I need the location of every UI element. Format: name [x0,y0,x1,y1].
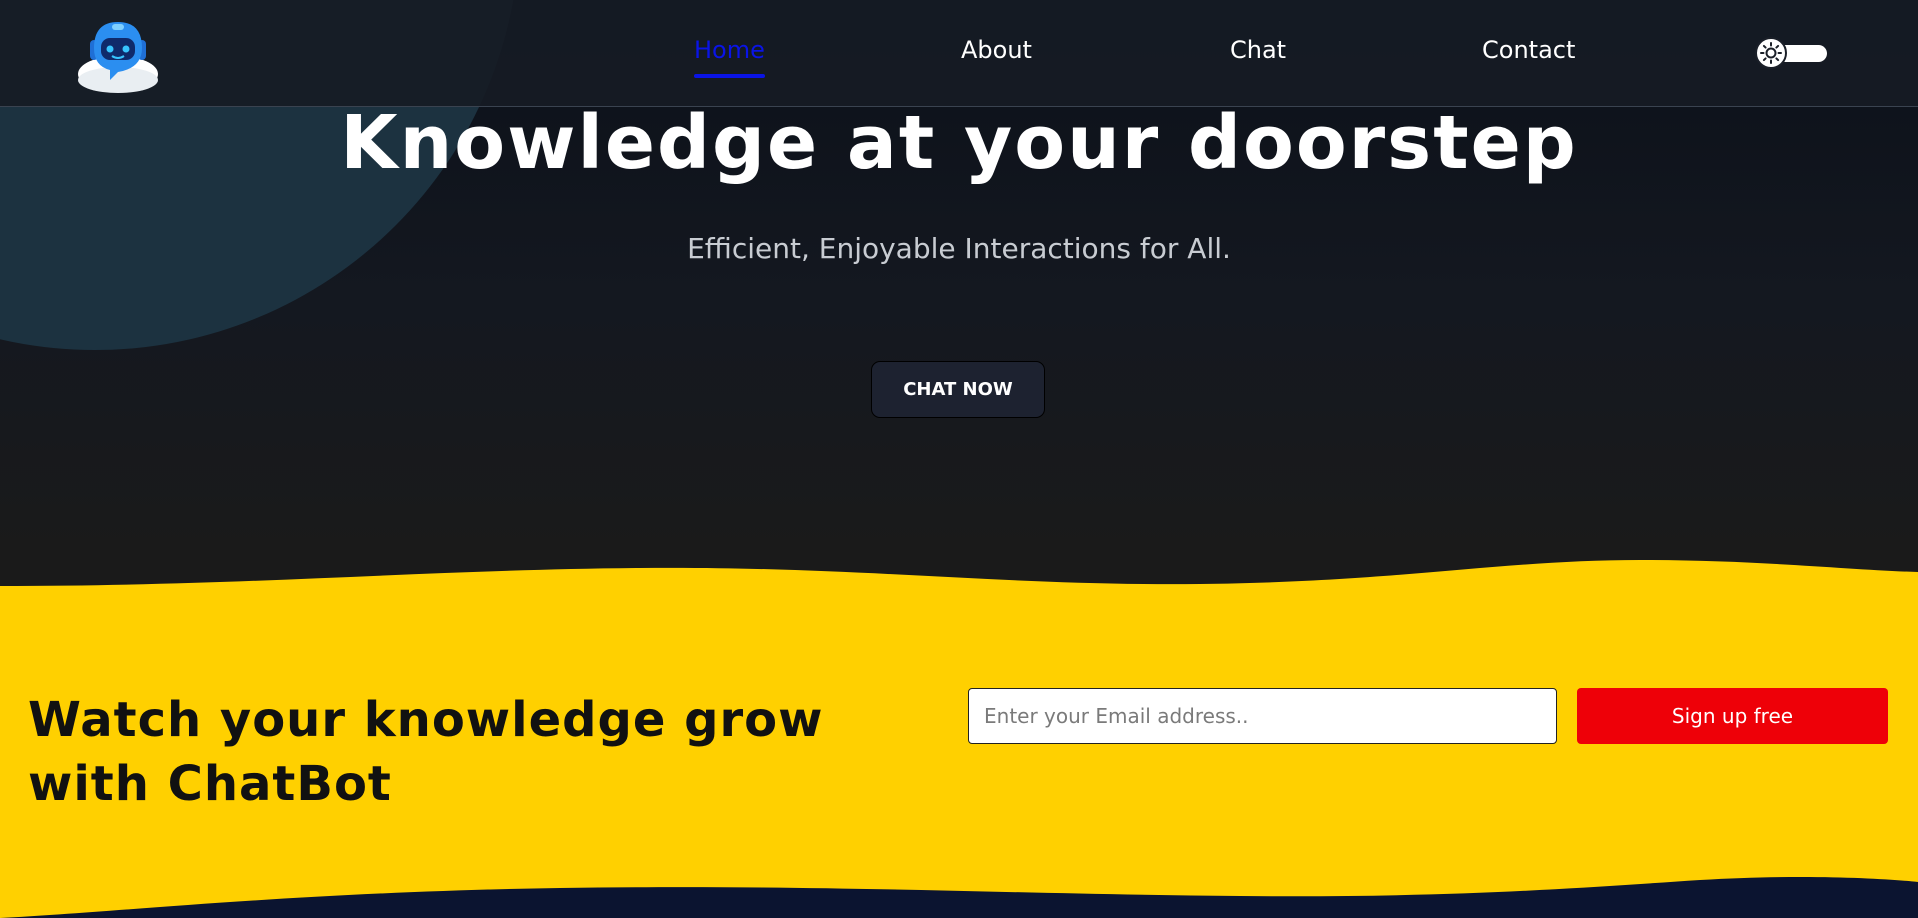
top-navbar: Home About Chat Contact [0,0,1918,107]
chatbot-robot-icon[interactable] [76,18,160,94]
signup-heading: Watch your knowledge grow with ChatBot [28,692,824,812]
nav-about[interactable]: About [961,36,1032,70]
hero-title: Knowledge at your doorstep [340,100,1578,186]
sun-icon [1755,37,1787,69]
landing-page: Home About Chat Contact Knowledge at you… [0,0,1918,918]
email-input[interactable] [968,688,1557,744]
nav-home[interactable]: Home [694,36,765,78]
chat-now-button[interactable]: CHAT NOW [871,361,1045,418]
hero-subtitle: Efficient, Enjoyable Interactions for Al… [687,232,1231,265]
theme-toggle[interactable] [1755,36,1829,69]
nav-chat[interactable]: Chat [1230,36,1286,70]
sign-up-button[interactable]: Sign up free [1577,688,1888,744]
nav-contact[interactable]: Contact [1482,36,1575,70]
